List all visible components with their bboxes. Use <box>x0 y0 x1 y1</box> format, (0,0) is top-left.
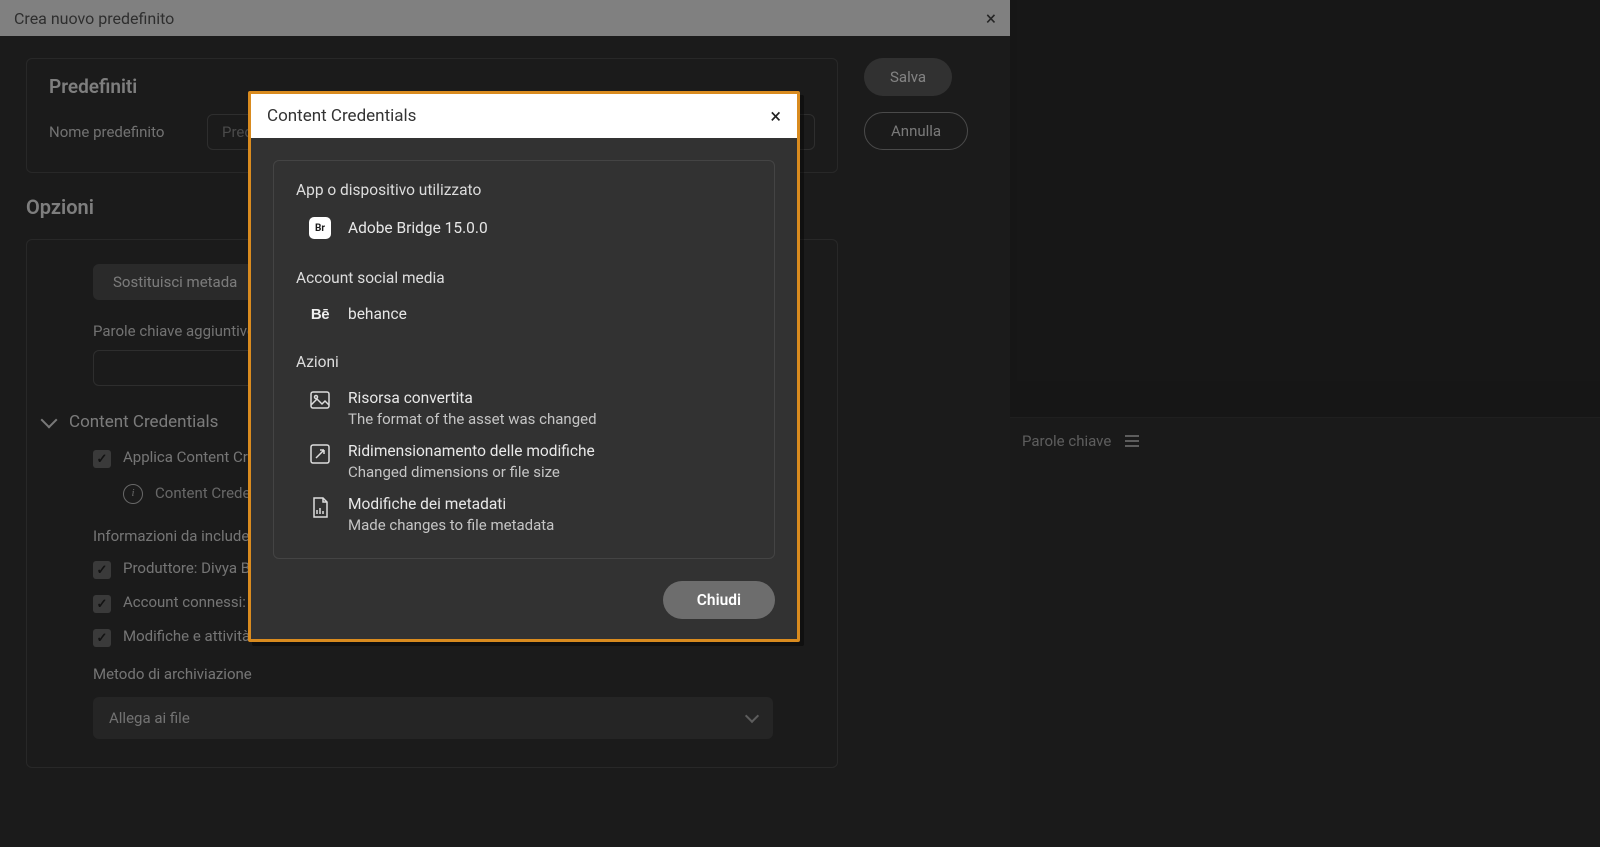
action-title: Modifiche dei metadati <box>348 495 554 513</box>
action-title: Ridimensionamento delle modifiche <box>348 442 595 460</box>
modal-title: Content Credentials <box>267 106 416 126</box>
content-credentials-modal: Content Credentials × App o dispositivo … <box>248 91 800 642</box>
close-button[interactable]: Chiudi <box>663 581 775 619</box>
behance-icon: Bē <box>311 306 329 323</box>
app-name: Adobe Bridge 15.0.0 <box>348 219 488 237</box>
social-item: Bē behance <box>308 305 752 323</box>
modal-titlebar: Content Credentials × <box>251 94 797 138</box>
modal-overlay <box>0 0 1600 847</box>
action-desc: Changed dimensions or file size <box>348 463 595 481</box>
action-desc: The format of the asset was changed <box>348 410 597 428</box>
app-section-title: App o dispositivo utilizzato <box>296 181 752 199</box>
file-metadata-icon <box>308 495 332 519</box>
action-item: Risorsa convertita The format of the ass… <box>308 389 752 428</box>
bridge-app-icon: Br <box>309 217 331 239</box>
action-title: Risorsa convertita <box>348 389 597 407</box>
close-icon[interactable]: × <box>770 104 781 128</box>
social-section-title: Account social media <box>296 269 752 287</box>
social-account-name: behance <box>348 305 407 323</box>
action-item: Ridimensionamento delle modifiche Change… <box>308 442 752 481</box>
resize-icon <box>308 442 332 464</box>
app-item: Br Adobe Bridge 15.0.0 <box>308 217 752 239</box>
action-item: Modifiche dei metadati Made changes to f… <box>308 495 752 534</box>
credentials-panel: App o dispositivo utilizzato Br Adobe Br… <box>273 160 775 559</box>
actions-section-title: Azioni <box>296 353 752 371</box>
action-desc: Made changes to file metadata <box>348 516 554 534</box>
image-icon <box>308 389 332 409</box>
